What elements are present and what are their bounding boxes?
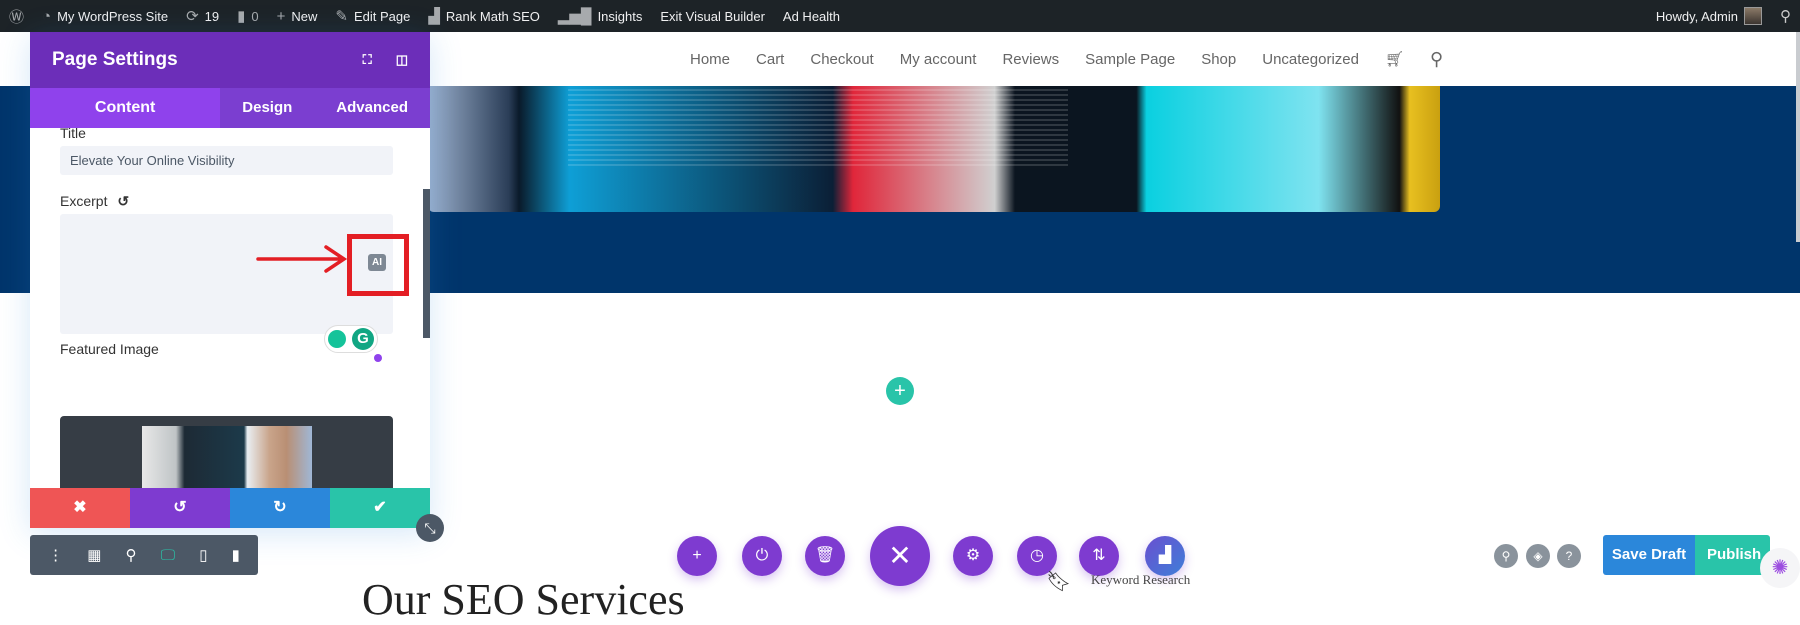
panel-title: Page Settings [52, 49, 178, 70]
page-settings-button[interactable]: ⚙ [953, 536, 993, 576]
featured-image-thumbnail [142, 426, 312, 496]
sidebar-toggle-icon[interactable]: ◫ [396, 52, 408, 68]
howdy-label: Howdy, Admin [1655, 8, 1738, 24]
site-name: My WordPress Site [57, 8, 169, 24]
nav-my-account[interactable]: My account [900, 51, 977, 68]
search-icon: ⚲ [1780, 8, 1791, 25]
portability-button[interactable]: ⏻ [742, 536, 782, 576]
nav-uncategorized[interactable]: Uncategorized [1262, 51, 1359, 68]
clear-layout-button[interactable]: 🗑︎ [805, 536, 845, 576]
edit-page-link[interactable]: ✎ Edit Page [326, 0, 419, 32]
save-button[interactable]: ✔ [330, 488, 430, 528]
grammarly-widget[interactable]: G [324, 325, 378, 353]
search-icon[interactable]: ⚲ [1430, 49, 1443, 70]
publish-button[interactable]: Publish [1695, 535, 1770, 575]
excerpt-textarea[interactable] [60, 214, 393, 334]
pencil-icon: ✎ [335, 8, 348, 25]
keyword-research-text: Keyword Research [1091, 572, 1191, 587]
annotation-arrow-icon [256, 245, 348, 273]
rank-math-label: Rank Math SEO [445, 8, 540, 24]
account-menu[interactable]: Howdy, Admin [1647, 0, 1771, 32]
phone-icon[interactable]: ▮ [232, 546, 240, 564]
title-label: Title [60, 125, 86, 141]
cart-icon[interactable]: 🛒︎ [1385, 50, 1404, 68]
rank-math-link[interactable]: ▟ Rank Math SEO [419, 0, 548, 32]
more-icon[interactable]: ⋮ [48, 546, 63, 564]
admin-search-button[interactable]: ⚲ [1771, 0, 1800, 32]
undo-button[interactable]: ↺ [130, 488, 230, 528]
updates-count: 19 [204, 8, 220, 24]
excerpt-label: Excerpt ↺ [60, 193, 129, 210]
ad-health-label: Ad Health [782, 8, 841, 24]
hero-image [428, 86, 1440, 212]
reset-icon[interactable]: ↺ [117, 193, 129, 209]
wordpress-logo-button[interactable]: Ⓦ [0, 0, 33, 32]
new-label: New [291, 8, 318, 24]
tab-advanced[interactable]: Advanced [314, 88, 430, 128]
insights-link[interactable]: ▂▅█ Insights [549, 0, 652, 32]
highlight-box [347, 234, 409, 296]
plus-icon: + [276, 7, 286, 25]
ai-brain-icon[interactable]: ✺ [1760, 548, 1800, 588]
bar-chart-icon: ▂▅█ [557, 8, 592, 25]
nav-shop[interactable]: Shop [1201, 51, 1236, 68]
title-input[interactable]: Elevate Your Online Visibility [60, 146, 393, 175]
featured-image-box[interactable] [60, 416, 393, 496]
save-draft-button[interactable]: Save Draft [1603, 535, 1695, 575]
ad-health-link[interactable]: Ad Health [774, 0, 849, 32]
rank-math-button[interactable]: ▟ [1145, 536, 1185, 576]
avatar [1744, 7, 1762, 25]
comments-count: 0 [251, 8, 259, 24]
redo-button[interactable]: ↻ [230, 488, 330, 528]
tab-content[interactable]: Content [30, 88, 221, 128]
tablet-icon[interactable]: ▯ [199, 546, 207, 564]
expand-icon[interactable]: ⛶ [363, 52, 372, 68]
nav-reviews[interactable]: Reviews [1002, 51, 1059, 68]
help-button[interactable]: ? [1557, 544, 1581, 568]
bookmark-icon: 🔖︎ [1046, 571, 1072, 593]
admin-bar: Ⓦ ◔ My WordPress Site ⟳ 19 ▮ 0 + New ✎ Edit P… [0, 0, 1800, 32]
cancel-button[interactable]: ✖ [30, 488, 130, 528]
excerpt-label-text: Excerpt [60, 193, 108, 209]
refresh-icon: ⟳ [186, 8, 199, 25]
tab-design[interactable]: Design [220, 88, 314, 128]
add-module-button[interactable]: + [677, 536, 717, 576]
status-dot [374, 354, 382, 362]
nav-cart[interactable]: Cart [756, 51, 784, 68]
view-mode-toolbar: ⋮ ▦ ⚲ 🖵︎ ▯ ▮ [30, 535, 258, 575]
dashboard-icon: ◔ [42, 7, 52, 25]
panel-actions: ✖ ↺ ↻ ✔ [30, 488, 430, 528]
exit-visual-builder-link[interactable]: Exit Visual Builder [651, 0, 774, 32]
find-button[interactable]: ⚲ [1494, 544, 1518, 568]
new-link[interactable]: + New [268, 0, 327, 32]
panel-scrollbar[interactable] [423, 189, 430, 338]
layers-button[interactable]: ◈ [1526, 544, 1550, 568]
updates-link[interactable]: ⟳ 19 [177, 0, 228, 32]
rank-math-icon: ▟ [428, 8, 440, 25]
nav-home[interactable]: Home [690, 51, 730, 68]
exit-label: Exit Visual Builder [660, 8, 765, 24]
nav-sample-page[interactable]: Sample Page [1085, 51, 1175, 68]
edit-label: Edit Page [354, 8, 411, 24]
site-name-link[interactable]: ◔ My WordPress Site [33, 0, 177, 32]
page-scrollbar[interactable] [1796, 32, 1800, 242]
page-settings-panel: Page Settings ⛶ ◫ Content Design Advance… [30, 32, 430, 528]
insights-label: Insights [597, 8, 643, 24]
wireframe-icon[interactable]: ▦ [87, 546, 101, 564]
featured-image-label: Featured Image [60, 341, 159, 357]
comment-icon: ▮ [237, 8, 246, 25]
add-row-button[interactable]: + [886, 377, 914, 405]
lightbulb-icon [328, 330, 346, 348]
nav-checkout[interactable]: Checkout [810, 51, 873, 68]
panel-header: Page Settings ⛶ ◫ [30, 32, 430, 88]
zoom-icon[interactable]: ⚲ [126, 546, 137, 564]
close-settings-button[interactable]: ✕ [870, 526, 930, 586]
desktop-icon[interactable]: 🖵︎ [161, 547, 175, 564]
panel-tabs: Content Design Advanced [30, 88, 430, 128]
resize-handle-icon[interactable]: ⤡ [416, 514, 444, 542]
grammarly-icon: G [352, 328, 374, 350]
wordpress-icon: Ⓦ [9, 8, 25, 26]
sort-button[interactable]: ⇅ [1079, 536, 1119, 576]
comments-link[interactable]: ▮ 0 [228, 0, 268, 32]
